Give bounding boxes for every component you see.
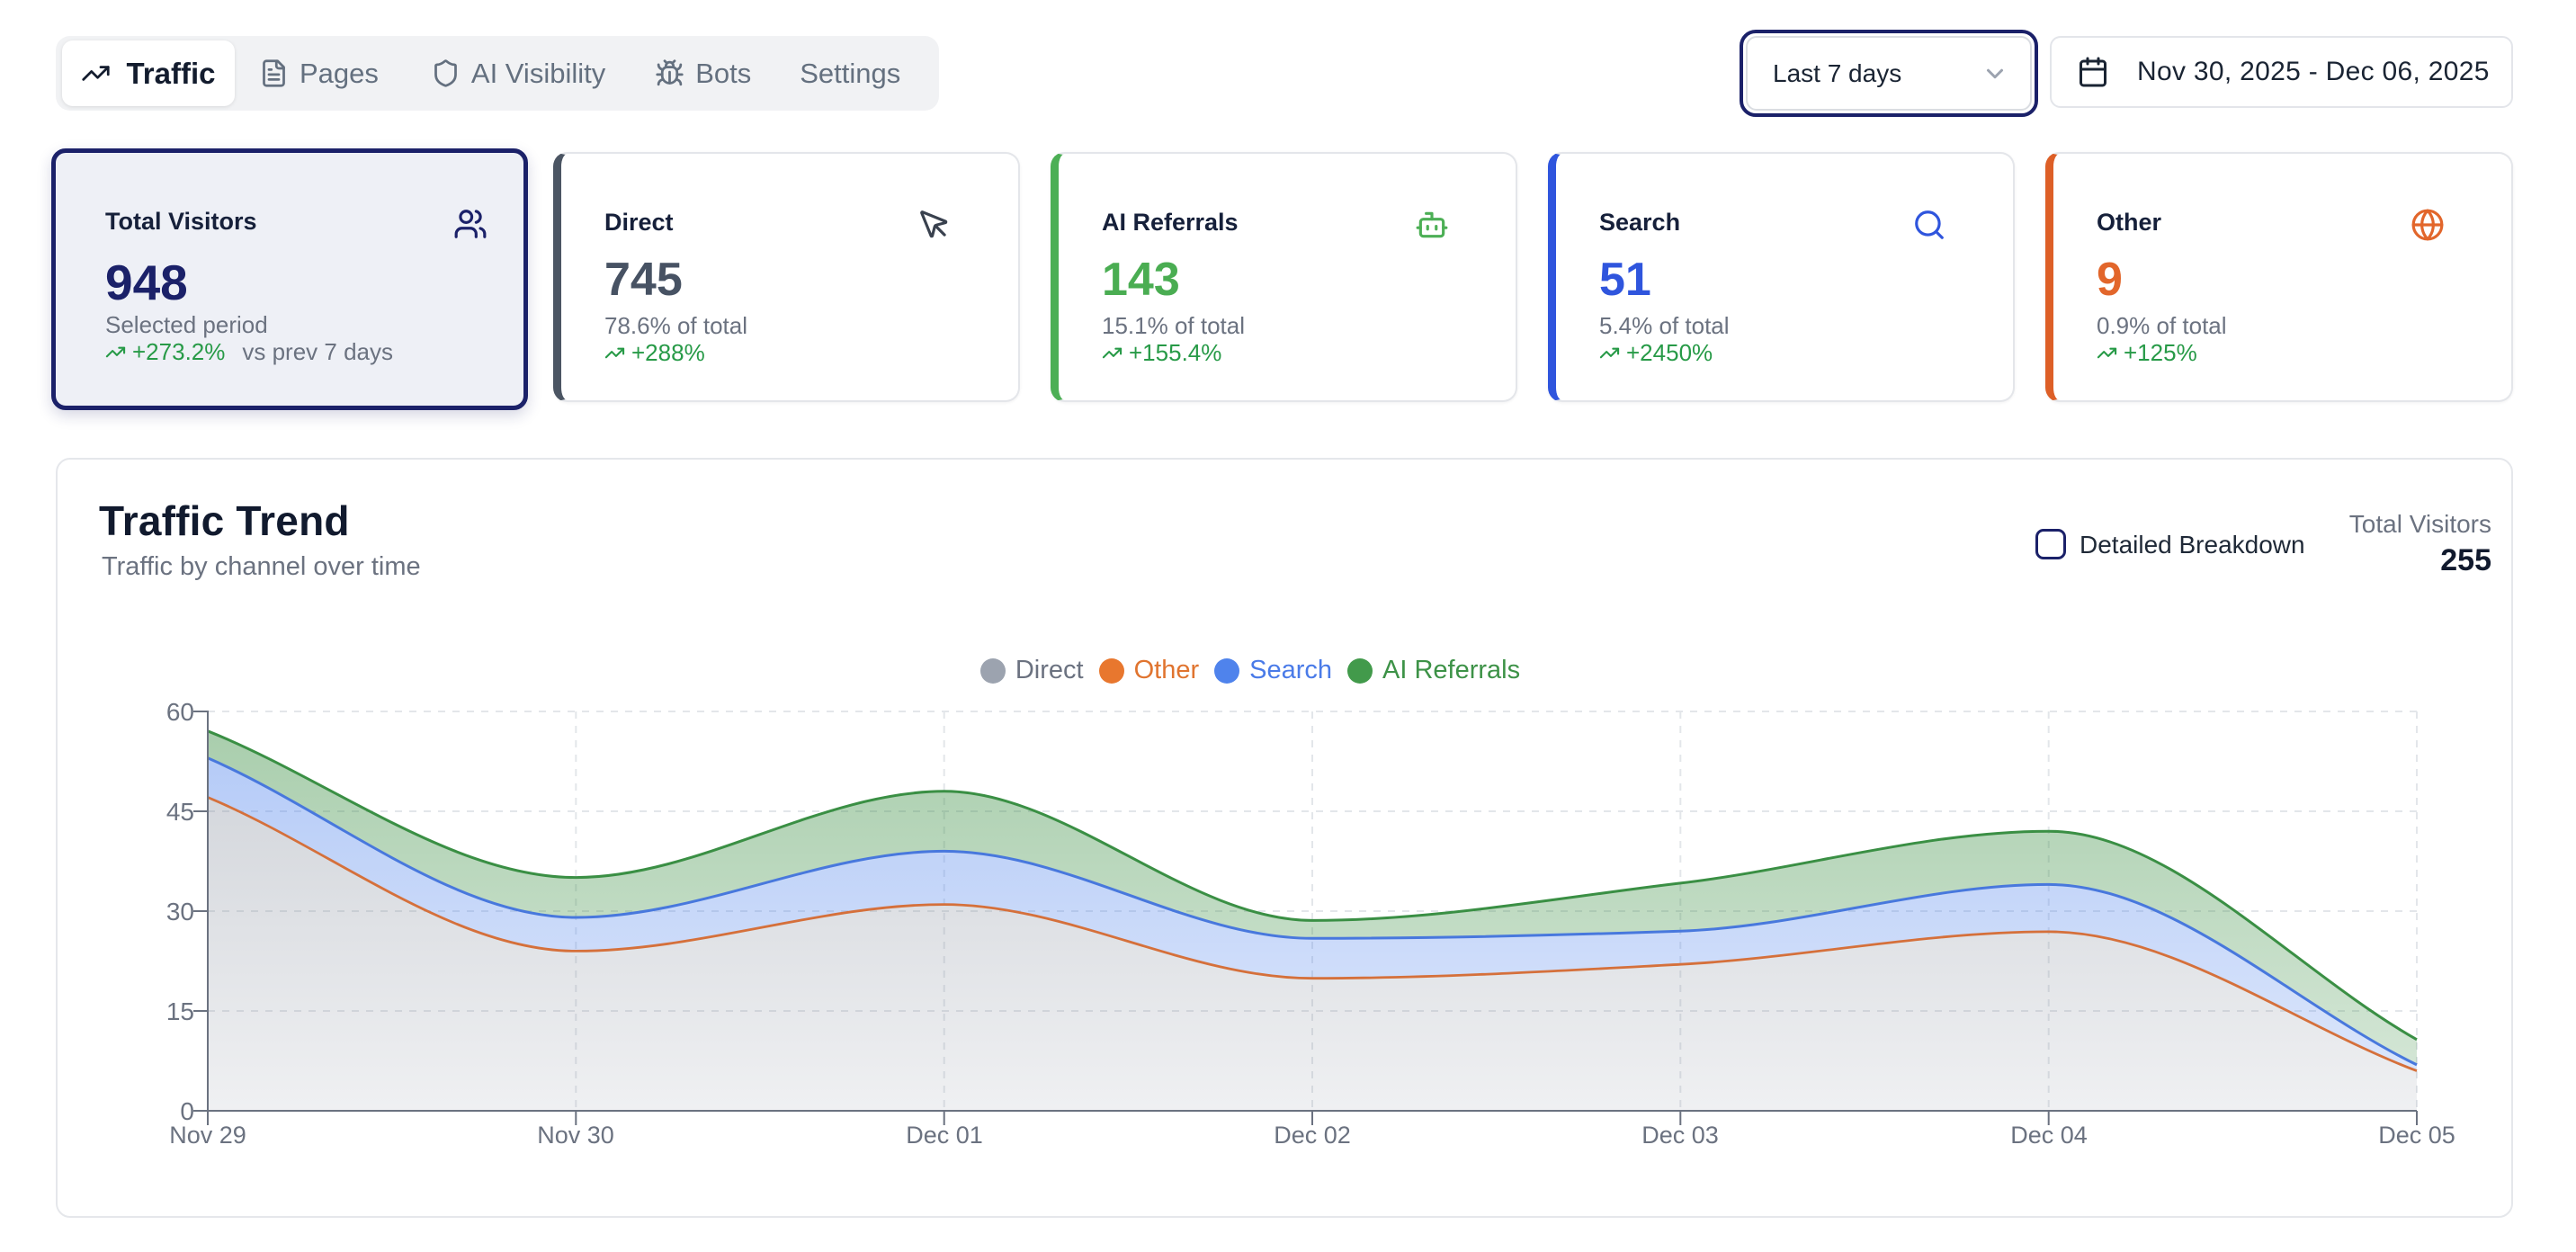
svg-text:45: 45 (166, 798, 194, 826)
svg-text:Dec 02: Dec 02 (1274, 1122, 1351, 1149)
svg-text:60: 60 (166, 698, 194, 726)
svg-text:15: 15 (166, 997, 194, 1025)
svg-text:Dec 03: Dec 03 (1641, 1122, 1719, 1149)
svg-text:30: 30 (166, 898, 194, 926)
svg-text:Nov 29: Nov 29 (169, 1122, 246, 1149)
svg-text:Dec 05: Dec 05 (2378, 1122, 2455, 1149)
svg-text:Dec 04: Dec 04 (2010, 1122, 2088, 1149)
svg-text:Dec 01: Dec 01 (906, 1122, 983, 1149)
svg-text:Nov 30: Nov 30 (537, 1122, 614, 1149)
